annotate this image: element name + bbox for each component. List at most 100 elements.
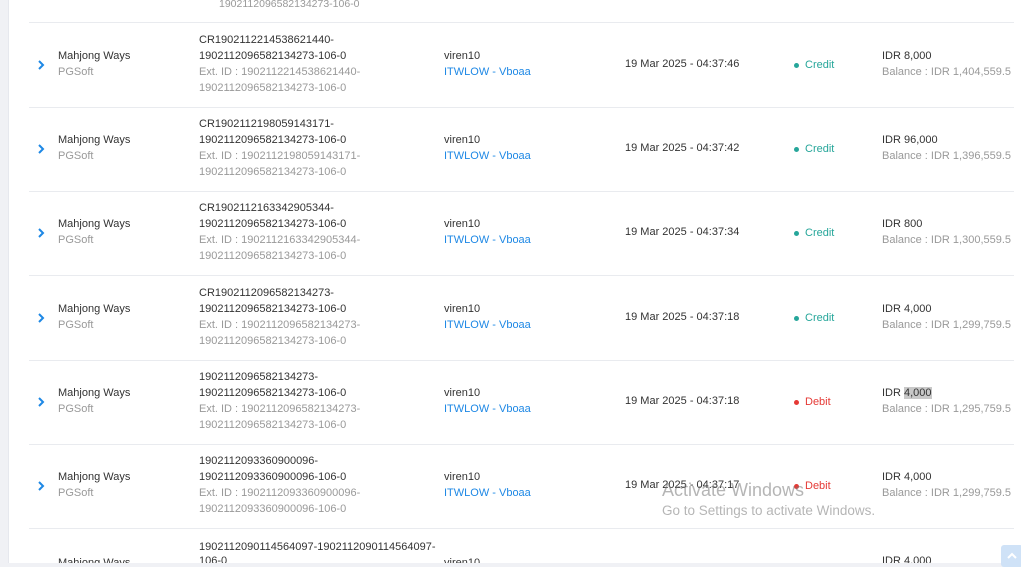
player-name: viren10 [444, 50, 481, 62]
game-name: Mahjong Ways [58, 134, 131, 146]
status-badge: Debit [794, 480, 831, 492]
game-provider: PGSoft [58, 150, 94, 162]
player-name: viren10 [444, 303, 481, 315]
status-label: Credit [805, 143, 835, 155]
balance: Balance : IDR 1,299,759.5 [882, 487, 1012, 499]
table-row-partial-bottom: 1902112090114564097-1902112090114564097-… [29, 528, 1014, 563]
transaction-datetime: 19 Mar 2025 - 04:37:46 [625, 58, 740, 70]
status-dot [794, 62, 799, 68]
ext-id: Ext. ID : 1902112093360900096- [199, 487, 361, 499]
table-row: Mahjong Ways PGSoft 1902112093360900096-… [29, 444, 1014, 529]
ext-id-2: 1902112096582134273-106-0 [199, 419, 347, 431]
transaction-id-2: 1902112096582134273-106-0 [199, 50, 347, 62]
ext-id: Ext. ID : 1902112214538621440- [199, 66, 361, 78]
game-provider: PGSoft [58, 319, 94, 331]
status-badge: Debit [794, 396, 831, 408]
transaction-datetime: 19 Mar 2025 - 04:37:18 [625, 395, 740, 407]
transaction-id: CR1902112163342905344- [199, 202, 334, 214]
agent-link[interactable]: ITWLOW - Vboaa [444, 317, 531, 333]
amount-value-selected: 4,000 [904, 387, 932, 399]
agent-link[interactable]: ITWLOW - Vboaa [444, 148, 531, 164]
balance: Balance : IDR 1,396,559.5 [882, 150, 1012, 162]
status-dot [794, 230, 799, 236]
status-badge: Credit [794, 312, 834, 324]
game-provider: PGSoft [58, 487, 94, 499]
agent-link[interactable]: ITWLOW - Vboaa [444, 485, 531, 501]
transaction-id: CR1902112198059143171- [199, 118, 334, 130]
amount: IDR 4,000 [882, 471, 932, 483]
player-name: viren10 [444, 387, 481, 399]
balance: Balance : IDR 1,295,759.5 [882, 403, 1012, 415]
scroll-to-top-button[interactable] [1001, 545, 1021, 567]
status-dot [794, 399, 799, 405]
game-provider: PGSoft [58, 234, 94, 246]
amount: IDR 8,000 [882, 50, 932, 62]
chevron-right-icon[interactable] [33, 394, 49, 410]
table-row: Mahjong Ways PGSoft CR190211221453862144… [29, 23, 1014, 108]
transaction-id-2: 1902112096582134273-106-0 [199, 218, 347, 230]
table-row: Mahjong Ways PGSoft 1902112096582134273-… [29, 360, 1014, 445]
game-name: Mahjong Ways [58, 471, 131, 483]
transaction-id-2: 1902112096582134273-106-0 [199, 134, 347, 146]
game-name: Mahjong Ways [58, 557, 131, 563]
amount: IDR 96,000 [882, 134, 938, 146]
game-name: Mahjong Ways [58, 303, 131, 315]
game-name: Mahjong Ways [58, 218, 131, 230]
transaction-datetime: 19 Mar 2025 - 04:37:42 [625, 142, 740, 154]
status-label: Credit [805, 312, 835, 324]
game-name: Mahjong Ways [58, 50, 131, 62]
agent-link[interactable]: ITWLOW - Vboaa [444, 64, 531, 80]
chevron-right-icon[interactable] [33, 310, 49, 326]
amount: IDR 4,000 [882, 303, 932, 315]
balance: Balance : IDR 1,300,559.5 [882, 234, 1012, 246]
ext-id-2: 1902112096582134273-106-0 [199, 82, 347, 94]
chevron-right-icon[interactable] [33, 57, 49, 73]
transactions-panel: 1902112096582134273-106-0 Mahjong Ways P… [8, 0, 1021, 563]
game-name: Mahjong Ways [58, 387, 131, 399]
transaction-id: 1902112090114564097-1902112090114564097- [199, 541, 436, 553]
chevron-up-icon [1007, 552, 1017, 559]
game-provider: PGSoft [58, 66, 94, 78]
ext-id: Ext. ID : 1902112198059143171- [199, 150, 361, 162]
ext-id: Ext. ID : 1902112096582134273- [199, 319, 361, 331]
balance: Balance : IDR 1,299,759.5 [882, 319, 1012, 331]
player-name: viren10 [444, 134, 481, 146]
balance: Balance : IDR 1,404,559.5 [882, 66, 1012, 78]
table-row-partial-top: 1902112096582134273-106-0 [29, 0, 1014, 23]
chevron-right-icon[interactable] [33, 478, 49, 494]
ext-id: Ext. ID : 1902112163342905344- [199, 234, 361, 246]
transaction-id-2: 106-0 [199, 555, 228, 563]
amount: IDR 800 [882, 218, 923, 230]
game-provider: PGSoft [58, 403, 94, 415]
chevron-right-icon[interactable] [33, 141, 49, 157]
transaction-id: CR1902112214538621440- [199, 34, 334, 46]
ext-id-tail: 1902112096582134273-106-0 [219, 0, 360, 10]
transaction-id: 1902112093360900096- [199, 455, 319, 467]
transaction-id-2: 1902112093360900096-106-0 [199, 471, 347, 483]
amount-currency: IDR [882, 387, 904, 399]
agent-link[interactable]: ITWLOW - Vboaa [444, 232, 531, 248]
table-row: Mahjong Ways PGSoft CR190211216334290534… [29, 191, 1014, 276]
chevron-right-icon[interactable] [33, 225, 49, 241]
ext-id-2: 1902112093360900096-106-0 [199, 503, 347, 515]
table-row: Mahjong Ways PGSoft CR190211219805914317… [29, 107, 1014, 192]
status-badge: Credit [794, 143, 834, 155]
ext-id-2: 1902112096582134273-106-0 [199, 166, 347, 178]
amount: IDR 4,000 [882, 555, 932, 563]
ext-id-2: 1902112096582134273-106-0 [199, 250, 347, 262]
agent-link[interactable]: ITWLOW - Vboaa [444, 401, 531, 417]
status-label: Credit [805, 227, 835, 239]
transaction-id: CR1902112096582134273- [199, 287, 334, 299]
status-badge: Credit [794, 227, 834, 239]
transaction-id-2: 1902112096582134273-106-0 [199, 303, 347, 315]
status-dot [794, 315, 799, 321]
transaction-datetime: 19 Mar 2025 - 04:37:34 [625, 226, 740, 238]
status-label: Debit [805, 396, 831, 408]
table-row: Mahjong Ways PGSoft CR190211209658213427… [29, 276, 1014, 361]
transaction-datetime: 19 Mar 2025 - 04:37:17 [625, 479, 740, 491]
transaction-id: 1902112096582134273- [199, 371, 319, 383]
ext-id: Ext. ID : 1902112096582134273- [199, 403, 361, 415]
ext-id-2: 1902112096582134273-106-0 [199, 335, 347, 347]
status-dot [794, 483, 799, 489]
transaction-datetime: 19 Mar 2025 - 04:37:18 [625, 311, 740, 323]
